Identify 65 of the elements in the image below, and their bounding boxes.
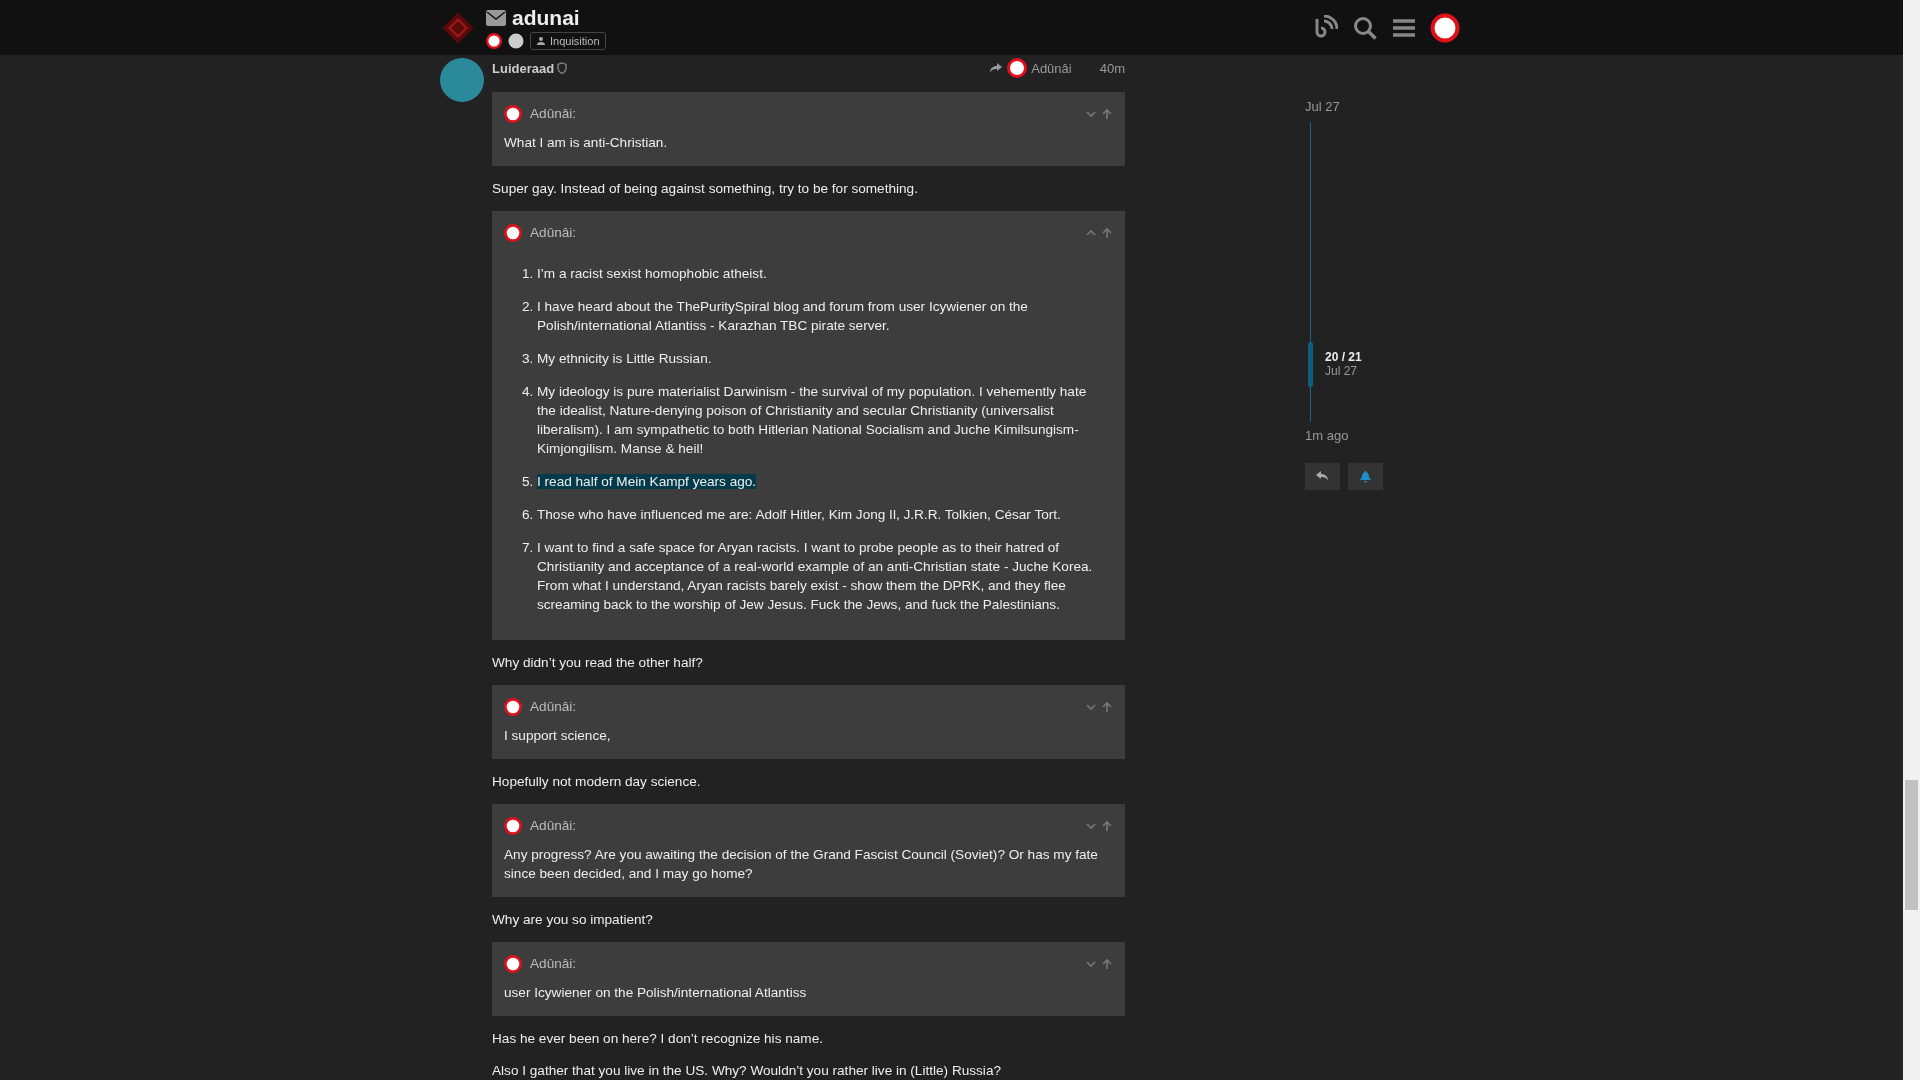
list-item-text: My ideology is pure materialist Darwinism - the survival of my population. I vehemently hate the idealist, Nature-denying poison of Christianity and secular Christianity (universalist liberalism). I am sympathetic to both Hitlerian National Socialism and Juche Kimilsungism-Kimjongilism. Manse & heil!	[537, 384, 1087, 456]
reply-button[interactable]	[1305, 463, 1340, 490]
timeline-position: 20 / 21	[1325, 350, 1362, 364]
arrow-up-icon[interactable]	[1101, 819, 1113, 832]
reply-to-username[interactable]: Adûnâi	[1031, 60, 1072, 76]
list-number: 2.	[522, 298, 533, 316]
topic-title[interactable]: adunai	[512, 5, 580, 30]
timeline-end-date[interactable]: 1m ago	[1305, 428, 1465, 443]
bell-icon	[1360, 470, 1371, 483]
post-paragraph: Super gay. Instead of being against something, try to be for something.	[492, 180, 919, 198]
quote-text: user Icywiener on the Polish/international Atlantiss	[504, 984, 808, 1002]
list-item-text: I read half of Mein Kampf years ago.	[537, 474, 757, 489]
post-paragraph: Also I gather that you live in the US. Why? Wouldn’t you rather live in (Little) Russia?	[492, 1062, 1002, 1080]
timeline-handle[interactable]	[1308, 342, 1313, 387]
notification-button[interactable]	[1348, 463, 1383, 490]
list-number: 3.	[522, 350, 533, 368]
list-number: 1.	[522, 265, 533, 283]
user-avatar	[504, 954, 522, 973]
quote-text: I support science,	[504, 727, 612, 745]
user-avatar	[1007, 58, 1028, 78]
list-number: 6.	[522, 506, 533, 524]
quote-text: Any progress? Are you awaiting the decision of the Grand Fascist Council (Soviet)? Or has my fate since been decided, and I may go home?	[504, 846, 1099, 883]
arrow-up-icon[interactable]	[1101, 226, 1113, 239]
post-paragraph: Why are you so impatient?	[492, 911, 654, 929]
quote-author: Adûnâi:	[530, 105, 577, 123]
post-time[interactable]: 40m	[1099, 60, 1125, 76]
quote-author: Adûnâi:	[530, 955, 577, 973]
quote-author: Adûnâi:	[530, 817, 577, 835]
user-avatar	[504, 816, 522, 835]
user-avatar	[504, 223, 522, 242]
list-number: 7.	[522, 539, 533, 557]
list-item-text: Those who have influenced me are: Adolf Hitler, Kim Jong Il, J.R.R. Tolkien, César Tort.	[537, 507, 1061, 522]
quote-author: Adûnâi:	[530, 698, 577, 716]
reply-icon	[1316, 471, 1329, 482]
timeline-start-date[interactable]: Jul 27	[1305, 99, 1465, 114]
user-avatar	[486, 32, 502, 49]
scrollbar-thumb[interactable]	[1905, 780, 1918, 910]
list-item-text: I have heard about the ThePuritySpiral blog and forum from user Icywiener on the Polish/international Atlantiss - Karazhan TBC pirate server.	[537, 299, 1028, 333]
shield-icon	[557, 62, 568, 74]
timeline-date: Jul 27	[1325, 364, 1359, 378]
envelope-icon	[486, 9, 506, 26]
list-item-text: I want to find a safe space for Aryan racists. I want to probe people as to their hatred of Christianity and acceptance of a real-world example of an anti-Christian state - Juche Korea. From what I understand, Aryan racists barely exist - show them the DPRK, and they flee screaming back to the worship of Jew Jesus. Fuck the Jews, and fuck the Palestinians.	[537, 540, 1093, 612]
arrow-up-icon[interactable]	[1101, 700, 1113, 713]
menu-icon[interactable]	[1392, 16, 1416, 39]
list-item-text: My ethnicity is Little Russian.	[537, 351, 712, 366]
scrollbar[interactable]	[1903, 0, 1920, 1080]
user-avatar	[504, 104, 522, 123]
quote-author: Adûnâi:	[530, 224, 577, 242]
arrow-up-icon[interactable]	[1101, 957, 1113, 970]
post-paragraph: Why didn’t you read the other half?	[492, 654, 704, 672]
user-avatar	[504, 697, 522, 716]
post-paragraph: Hopefully not modern day science.	[492, 773, 702, 791]
user-avatar[interactable]	[1430, 12, 1460, 43]
users-icon	[536, 36, 546, 45]
list-item-text: I’m a racist sexist homophobic atheist.	[537, 266, 767, 281]
quote-text: What I am is anti-Christian.	[504, 134, 669, 152]
username[interactable]: Luideraad	[492, 60, 555, 76]
list-number: 4.	[522, 383, 533, 401]
post-paragraph: Has he ever been on here? I don’t recognize his name.	[492, 1030, 824, 1048]
user-avatar	[508, 32, 524, 49]
group-tag[interactable]: Inquisition	[530, 31, 606, 50]
arrow-up-icon[interactable]	[1101, 107, 1113, 120]
reply-arrow-icon	[989, 62, 1004, 74]
search-icon[interactable]	[1352, 14, 1378, 41]
list-number: 5.	[522, 473, 533, 491]
